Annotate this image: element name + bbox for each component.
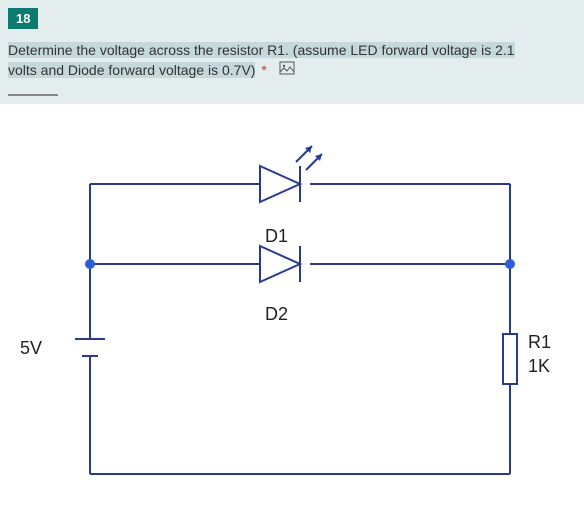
question-line2: volts and Diode forward voltage is 0.7V) [8, 62, 255, 78]
underline-strip [8, 94, 58, 96]
source-voltage-label: 5V [20, 338, 42, 359]
d1-label: D1 [265, 226, 288, 247]
r1-value-label: 1K [528, 356, 550, 377]
circuit-diagram: 5V D1 D2 R1 1K [0, 104, 584, 514]
question-header: 18 Determine the voltage across the resi… [0, 0, 584, 104]
d2-label: D2 [265, 304, 288, 325]
required-asterisk: * [261, 62, 266, 78]
r1-label: R1 [528, 332, 551, 353]
image-icon[interactable] [279, 61, 297, 83]
circuit-svg [0, 104, 584, 514]
question-line1: Determine the voltage across the resisto… [8, 42, 515, 58]
question-number-badge: 18 [8, 8, 38, 29]
question-text: Determine the voltage across the resisto… [8, 39, 576, 88]
